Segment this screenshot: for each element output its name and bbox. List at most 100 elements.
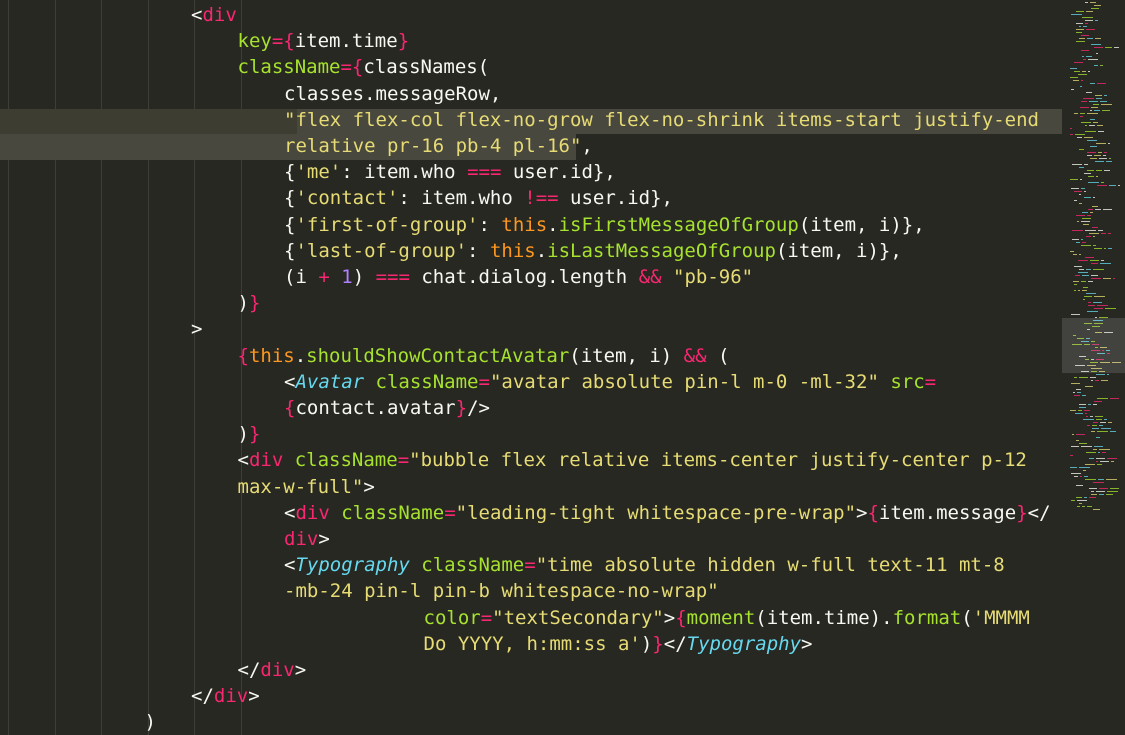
minimap-line — [1076, 32, 1082, 33]
minimap-line — [1074, 290, 1076, 291]
code-token: . — [535, 239, 548, 262]
code-token: </ — [663, 632, 687, 655]
minimap-line — [1090, 83, 1095, 84]
minimap-line — [1096, 143, 1106, 144]
minimap-line — [1103, 155, 1106, 156]
minimap-line — [1097, 431, 1108, 432]
minimap-line — [1094, 248, 1102, 249]
code-line: <div — [191, 2, 237, 28]
code-token: className — [421, 554, 525, 577]
minimap-line — [1098, 452, 1100, 453]
minimap-line — [1089, 125, 1095, 126]
minimap-line — [1090, 2, 1096, 3]
minimap-line — [1090, 158, 1097, 159]
minimap-line — [1071, 383, 1080, 384]
minimap-line — [1100, 422, 1106, 423]
minimap-line — [1098, 131, 1104, 132]
code-token: format — [892, 606, 962, 629]
minimap-line — [1096, 170, 1102, 171]
minimap-line — [1091, 263, 1098, 264]
minimap-line — [1099, 425, 1103, 426]
minimap-line — [1091, 107, 1098, 108]
code-token: "textSecondary" — [492, 606, 664, 629]
code-token: { — [284, 161, 296, 184]
minimap-line — [1087, 311, 1098, 312]
code-line: {'me': item.who === user.id}, — [284, 159, 616, 185]
code-token: Do YYYY, h:mm:ss a' — [423, 632, 641, 655]
minimap-line — [1070, 455, 1073, 456]
minimap[interactable] — [1062, 0, 1125, 735]
minimap-line — [1082, 506, 1085, 507]
code-token: div — [213, 685, 249, 708]
minimap-line — [1113, 278, 1115, 279]
minimap-line — [1078, 290, 1080, 291]
minimap-line — [1086, 29, 1095, 30]
code-token: this — [248, 344, 295, 367]
minimap-line — [1079, 269, 1084, 270]
minimap-line — [1094, 296, 1105, 297]
minimap-line — [1085, 23, 1088, 24]
minimap-line — [1093, 197, 1095, 198]
code-line: <Typography className="time absolute hid… — [284, 552, 1005, 578]
minimap-line — [1088, 209, 1093, 210]
minimap-line — [1093, 122, 1098, 123]
minimap-line — [1104, 170, 1110, 171]
minimap-line — [1081, 101, 1087, 102]
code-token: key — [237, 30, 272, 53]
minimap-line — [1088, 281, 1093, 282]
minimap-line — [1094, 401, 1102, 402]
minimap-line — [1070, 134, 1073, 135]
minimap-line — [1095, 209, 1101, 210]
code-token: : — [467, 239, 490, 262]
code-token: + — [318, 266, 330, 288]
code-token: moment — [686, 606, 756, 629]
minimap-line — [1085, 257, 1094, 258]
minimap-line — [1071, 314, 1080, 315]
minimap-line — [1071, 188, 1079, 189]
minimap-line — [1082, 242, 1086, 243]
code-token: ( — [706, 344, 730, 367]
minimap-line — [1082, 275, 1089, 276]
code-token: === — [375, 266, 410, 288]
code-token: this — [489, 239, 536, 262]
minimap-line — [1095, 38, 1101, 39]
minimap-line — [1074, 266, 1082, 267]
minimap-line — [1107, 491, 1118, 492]
code-token: < — [237, 449, 249, 472]
minimap-line — [1082, 17, 1093, 18]
code-line: "flex flex-col flex-no-grow flex-no-shri… — [284, 107, 1039, 133]
minimap-line — [1106, 161, 1112, 162]
code-token: . — [547, 213, 559, 236]
minimap-line — [1094, 5, 1101, 6]
minimap-line — [1079, 38, 1085, 39]
code-editor[interactable]: <div key={item.time} className={classNames… — [0, 0, 1125, 735]
minimap-line — [1118, 185, 1120, 186]
code-token: this — [501, 213, 548, 236]
code-token: max-w-full" — [237, 475, 364, 498]
minimap-line — [1081, 80, 1083, 81]
minimap-line — [1093, 104, 1099, 105]
minimap-line — [1087, 38, 1093, 39]
minimap-line — [1086, 56, 1092, 57]
code-token: (item, i) — [569, 344, 684, 367]
code-token: ) — [352, 266, 376, 288]
code-token: (i — [284, 266, 319, 288]
code-token: && — [638, 266, 662, 288]
minimap-line — [1085, 479, 1096, 480]
minimap-line — [1095, 380, 1099, 381]
minimap-line — [1074, 62, 1083, 63]
code-token: className — [375, 370, 479, 393]
minimap-line — [1081, 281, 1086, 282]
minimap-line — [1085, 20, 1093, 21]
minimap-line — [1076, 497, 1082, 498]
minimap-line — [1096, 491, 1105, 492]
code-line: key={item.time} — [238, 28, 410, 54]
minimap-line — [1075, 413, 1083, 414]
minimap-line — [1081, 122, 1091, 123]
minimap-viewport[interactable] — [1062, 318, 1125, 373]
code-token: = — [524, 554, 536, 577]
code-token: div — [248, 449, 284, 472]
minimap-line — [1090, 212, 1093, 213]
code-token: 'me' — [295, 161, 342, 184]
